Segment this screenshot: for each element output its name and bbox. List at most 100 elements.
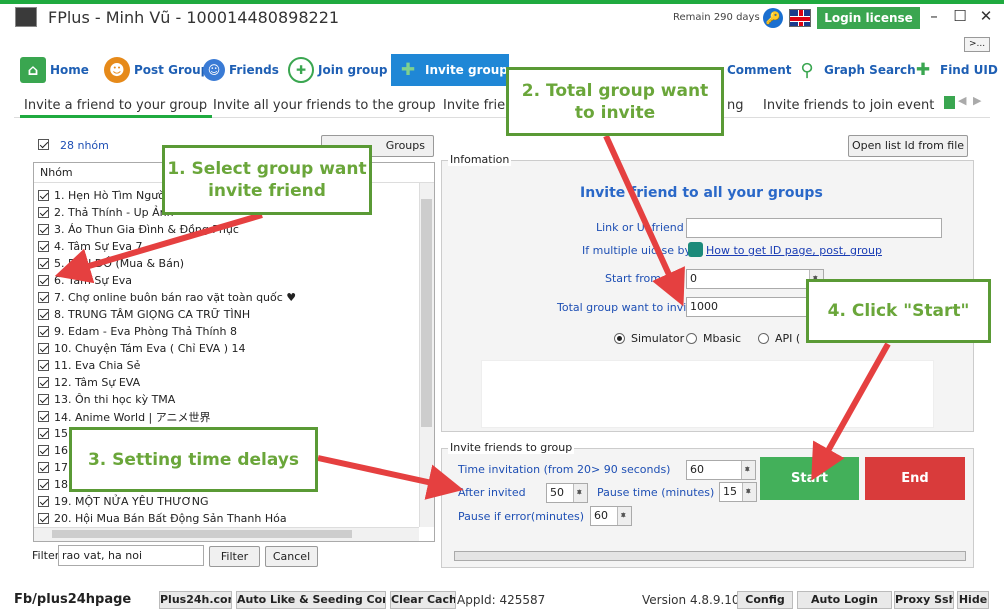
group-checkbox[interactable] [38,190,49,201]
list-item[interactable]: 5. BÁN ĐỒ (Mua & Bán) [38,255,184,272]
mode-api[interactable]: API ( [758,332,800,345]
group-checkbox[interactable] [38,309,49,320]
list-item[interactable]: 15. [38,425,72,442]
list-item[interactable]: 6. Tâm Sự Eva [38,272,132,289]
start-button[interactable]: Start [760,457,859,500]
list-item[interactable]: 13. Ôn thi học kỳ TMA [38,391,175,408]
cancel-button[interactable]: Cancel [265,546,318,567]
radio-simulator[interactable] [614,333,625,344]
time-invitation-input[interactable]: 60 [686,460,756,480]
list-item[interactable]: 19. MỘT NỬA YÊU THƯƠNG [38,493,208,510]
group-name: 3. Áo Thun Gia Đình & Đồng Phục [54,223,239,236]
group-checkbox[interactable] [38,462,49,473]
nav-home[interactable]: ⌂ Home [20,55,89,85]
select-all-checkbox[interactable] [38,139,49,150]
list-item[interactable]: 11. Eva Chia Sẻ [38,357,140,374]
list-item[interactable]: 7. Chợ online buôn bán rao vặt toàn quốc… [38,289,296,306]
list-item[interactable]: 8. TRUNG TÂM GIỌNG CA TRỮ TÌNH [38,306,250,323]
group-checkbox[interactable] [38,258,49,269]
filter-button[interactable]: Filter [209,546,260,567]
tab-invite-all-friends[interactable]: Invite all your friends to the group [213,98,436,113]
group-checkbox[interactable] [38,292,49,303]
plus24h-button[interactable]: Plus24h.com [159,591,232,609]
radio-api[interactable] [758,333,769,344]
nav-post-group[interactable]: ☻ Post Group [104,55,209,85]
spinner-icon[interactable] [742,482,756,501]
how-to-get-id-link[interactable]: How to get ID page, post, group [706,244,882,257]
list-item[interactable]: 14. Anime World | アニメ世界 [38,408,211,425]
mode-mbasic[interactable]: Mbasic [686,332,741,345]
list-item[interactable]: 2. Thả Thính - Up Ảnh [38,204,174,221]
group-checkbox[interactable] [38,496,49,507]
group-checkbox[interactable] [38,394,49,405]
auto-login-button[interactable]: Auto Login [797,591,892,609]
pause-time-input[interactable]: 15 [719,482,757,502]
end-button[interactable]: End [865,457,965,500]
more-tabs-button[interactable]: >... [964,37,990,52]
filter-input[interactable]: rao vat, ha noi [58,545,204,566]
group-checkbox[interactable] [38,207,49,218]
login-license-button[interactable]: Login license [817,7,920,29]
list-item[interactable]: 17. [38,459,72,476]
chevron-left-icon[interactable]: ◀ [958,94,966,107]
horizontal-scroll-thumb[interactable] [52,530,352,538]
group-checkbox[interactable] [38,360,49,371]
multiple-uid-label: If multiple uid se by . [582,244,699,257]
list-item[interactable]: 16. [38,442,72,459]
spinner-icon[interactable] [573,483,587,502]
list-item[interactable]: 1. Hẹn Hò Tìm Người Y [38,187,178,204]
minimize-icon[interactable]: – [924,6,944,26]
close-icon[interactable]: ✕ [976,6,996,26]
tab-invite-to-event[interactable]: Invite friends to join event [763,98,934,113]
group-checkbox[interactable] [38,479,49,490]
nav-find-uid[interactable]: ✚ Find UID [910,55,998,85]
group-checkbox[interactable] [38,275,49,286]
radio-mbasic[interactable] [686,333,697,344]
group-checkbox[interactable] [38,513,49,524]
list-item[interactable]: 20. Hội Mua Bán Bất Động Sản Thanh Hóa [38,510,287,527]
open-list-id-button[interactable]: Open list Id from file [848,135,968,157]
list-item[interactable]: 10. Chuyện Tám Eva ( Chỉ EVA ) 14 [38,340,245,357]
clear-cache-button[interactable]: Clear Cache [390,591,456,609]
tab-scroll-icon[interactable] [944,96,955,109]
key-icon[interactable]: 🔑 [763,8,783,28]
maximize-icon[interactable]: ☐ [950,6,970,26]
tab-hidden[interactable]: ng [727,98,744,113]
after-invited-label: After invited [458,486,526,499]
group-checkbox[interactable] [38,326,49,337]
after-invited-input[interactable]: 50 [546,483,588,503]
tab-invite-friend-to-group[interactable]: Invite a friend to your group [24,98,207,113]
list-item[interactable]: 3. Áo Thun Gia Đình & Đồng Phục [38,221,239,238]
list-item[interactable]: 4. Tâm Sự Eva 7 [38,238,143,255]
list-item[interactable]: 9. Edam - Eva Phòng Thả Thính 8 [38,323,237,340]
list-item[interactable]: 18. [38,476,72,493]
mode-simulator[interactable]: Simulator [614,332,684,345]
group-name: 10. Chuyện Tám Eva ( Chỉ EVA ) 14 [54,342,246,355]
spinner-icon[interactable] [617,506,631,525]
hide-button[interactable]: Hide [957,591,989,609]
proxy-ssh-button[interactable]: Proxy Ssh [894,591,954,609]
auto-like-seeding-button[interactable]: Auto Like & Seeding Com... [236,591,386,609]
group-checkbox[interactable] [38,241,49,252]
group-checkbox[interactable] [38,377,49,388]
config-button[interactable]: Config [737,591,793,609]
spinner-icon[interactable] [741,460,755,479]
nav-graph-search[interactable]: ⚲ Graph Search [794,55,915,85]
uk-flag-icon[interactable] [789,9,811,27]
chevron-right-icon[interactable]: ▶ [973,94,981,107]
start-from-input[interactable]: 0 [686,269,824,289]
list-item[interactable]: 12. Tâm Sự EVA [38,374,140,391]
nav-invite-group[interactable]: ✚ Invite group [391,54,509,86]
nav-join-group[interactable]: ✚ Join group [288,55,387,85]
total-group-input[interactable]: 1000 [686,297,824,317]
nav-comment[interactable]: Comment [727,55,791,85]
link-uid-input[interactable] [686,218,942,238]
group-checkbox[interactable] [38,224,49,235]
group-checkbox[interactable] [38,411,49,422]
group-checkbox[interactable] [38,343,49,354]
vertical-scroll-thumb[interactable] [421,199,432,427]
group-checkbox[interactable] [38,445,49,456]
group-checkbox[interactable] [38,428,49,439]
pause-error-input[interactable]: 60 [590,506,632,526]
nav-friends[interactable]: ☺ Friends [203,55,279,85]
